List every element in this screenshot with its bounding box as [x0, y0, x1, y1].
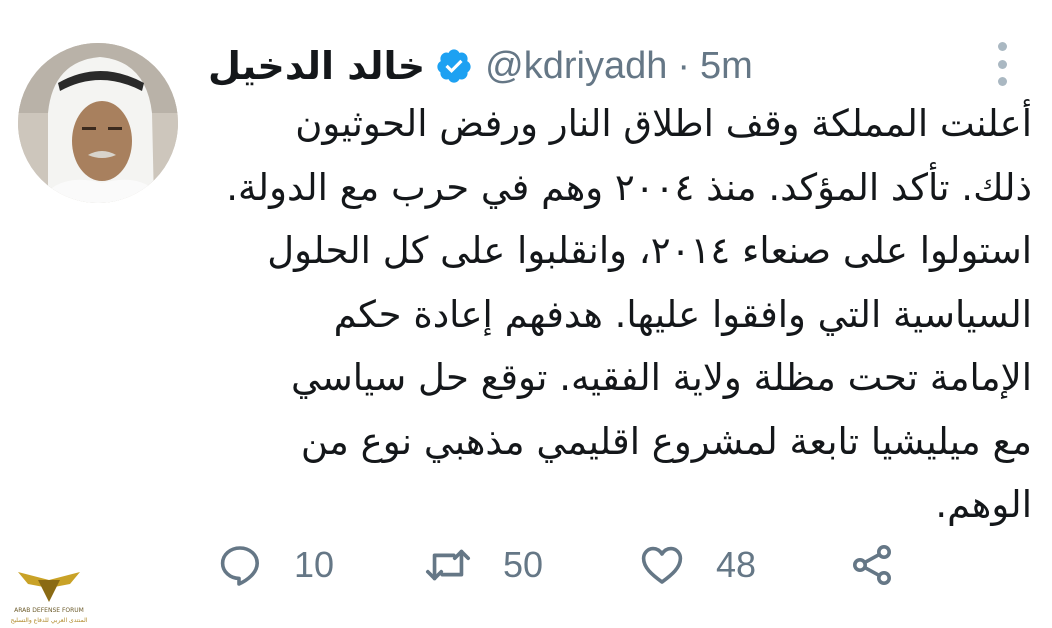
separator-dot: · — [677, 44, 691, 87]
tweet-text-line: أعلنت المملكة وقف اطلاق النار ورفض الحوث… — [295, 102, 1032, 145]
tweet-text-line: استولوا على صنعاء ٢٠١٤، وانقلبوا على كل … — [267, 229, 1032, 272]
tweet-text: أعلنت المملكة وقف اطلاق النار ورفض الحوث… — [208, 92, 1032, 537]
watermark-text-ar: المنتدى العربي للدفاع والتسليح — [11, 617, 88, 624]
share-button[interactable] — [848, 540, 896, 590]
tweet-text-line: السياسية التي وافقوا عليها. هدفهم إعادة … — [333, 292, 1032, 336]
avatar-image — [18, 43, 178, 203]
reply-count: 10 — [294, 544, 335, 585]
user-handle[interactable]: @kdriyadh — [485, 45, 667, 88]
like-count: 48 — [716, 544, 757, 585]
tweet-text-line: الإمامة تحت مظلة ولاية الفقيه. توقع حل س… — [290, 356, 1032, 399]
retweet-icon — [425, 549, 471, 581]
avatar[interactable] — [18, 43, 178, 203]
tweet-actions: 10 50 48 — [208, 540, 908, 590]
tweet-text-line: ذلك. تأكد المؤكد. منذ ٢٠٠٤ وهم في حرب مع… — [226, 165, 1032, 209]
like-icon — [641, 546, 683, 584]
watermark-text-en: ARAB DEFENSE FORUM — [14, 607, 84, 614]
verified-icon — [435, 47, 473, 85]
forum-watermark-logo: ARAB DEFENSE FORUM المنتدى العربي للدفاع… — [4, 562, 94, 626]
tweet-text-line: الوهم. — [935, 483, 1032, 526]
more-icon[interactable] — [990, 42, 1014, 86]
tweet-header: خالد الدخيل @kdriyadh · 5m — [208, 34, 753, 98]
reply-icon — [220, 546, 259, 586]
retweet-button[interactable]: 50 — [423, 540, 543, 590]
reply-button[interactable]: 10 — [216, 540, 334, 590]
retweet-count: 50 — [503, 544, 544, 585]
tweet-card[interactable]: خالد الدخيل @kdriyadh · 5m أعلنت المملكة… — [0, 0, 1052, 628]
tweet-text-line: مع ميليشيا تابعة لمشروع اقليمي مذهبي نوع… — [300, 419, 1032, 463]
timestamp[interactable]: 5m — [700, 45, 753, 88]
display-name[interactable]: خالد الدخيل — [208, 44, 425, 88]
share-icon — [853, 545, 891, 585]
like-button[interactable]: 48 — [638, 540, 756, 590]
